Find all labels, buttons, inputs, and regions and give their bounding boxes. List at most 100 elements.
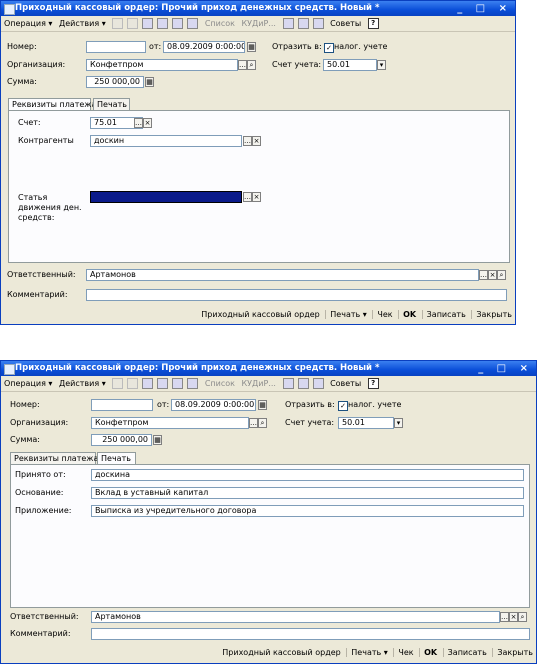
order-button[interactable]: Приходный кассовый ордер [218,648,340,657]
dt-kt-icon[interactable] [282,378,294,389]
help-icon[interactable]: ? [367,378,379,389]
print-icon[interactable] [172,378,184,389]
comment-field[interactable] [91,628,530,640]
check-button[interactable]: Чек [372,310,393,319]
calendar-icon[interactable]: ▦ [247,42,256,52]
organization-search-icon[interactable]: ⌕ [258,418,267,428]
close-button[interactable]: Закрыть [492,648,533,657]
cash-flow-select-button[interactable]: … [243,192,252,202]
menu-operation[interactable]: Операция ▾ [4,376,52,391]
sum-field[interactable]: 250 000,00 [86,76,144,88]
structure-icon[interactable] [297,378,309,389]
counterparty-select-button[interactable]: … [243,136,252,146]
check-button[interactable]: Чек [393,648,414,657]
tax-accounting-label: налог. учете [334,42,388,51]
window-controls[interactable]: _ □ × [457,1,512,16]
account-dropdown-icon[interactable]: ▾ [377,60,386,70]
edit-icon[interactable] [127,18,139,29]
date-field[interactable]: 08.09.2009 0:00:00 [163,41,245,53]
refresh-icon[interactable] [142,18,154,29]
based-on-icon[interactable] [187,18,199,29]
basis-field[interactable]: Вклад в уставный капитал [91,487,524,499]
copy-icon[interactable] [112,378,124,389]
comment-label: Комментарий: [7,290,68,299]
order-button[interactable]: Приходный кассовый ордер [197,310,319,319]
sum-label: Сумма: [7,77,37,86]
ok-button[interactable]: OK [419,648,438,657]
counterparty-field[interactable]: доскин [90,135,242,147]
organization-field[interactable]: Конфетпром [86,59,238,71]
responsible-clear-icon[interactable]: × [509,612,518,622]
menu-tips[interactable]: Советы [330,376,361,391]
counterparty-clear-icon[interactable]: × [252,136,261,146]
help-icon[interactable]: ? [367,18,379,29]
menu-operation[interactable]: Операция ▾ [4,16,52,31]
calendar-icon[interactable]: ▦ [258,400,267,410]
tab-payment-details[interactable]: Реквизиты платежа [10,452,98,464]
settings-icon[interactable] [312,378,324,389]
dt-kt-icon[interactable] [282,18,294,29]
comment-label: Комментарий: [10,629,71,638]
edit-icon[interactable] [127,378,139,389]
menu-actions[interactable]: Действия ▾ [59,16,106,31]
corr-account-select-button[interactable]: … [134,118,143,128]
attachment-field[interactable]: Выписка из учредительного договора [91,505,524,517]
tax-accounting-label: налог. учете [348,400,402,409]
save-button[interactable]: Записать [421,310,466,319]
save-button[interactable]: Записать [442,648,487,657]
account-dropdown-icon[interactable]: ▾ [394,418,403,428]
date-field[interactable]: 08.09.2009 0:00:00 [171,399,256,411]
post-icon[interactable] [157,378,169,389]
responsible-field[interactable]: Артамонов [91,611,500,623]
account-field[interactable]: 50.01 [338,417,394,429]
responsible-field[interactable]: Артамонов [86,269,479,281]
received-from-label: Принято от: [15,470,66,479]
print-menu-button[interactable]: Печать ▾ [346,648,388,657]
menu-kud[interactable]: КУДиР... [242,376,276,391]
tax-accounting-checkbox[interactable]: ✓ [338,401,348,411]
responsible-select-button[interactable]: … [479,270,488,280]
post-icon[interactable] [157,18,169,29]
responsible-clear-icon[interactable]: × [488,270,497,280]
print-icon[interactable] [172,18,184,29]
organization-label: Организация: [7,60,66,69]
calculator-icon[interactable]: ▦ [145,77,154,87]
menu-list[interactable]: Список [205,16,235,31]
window-controls[interactable]: _ □ × [478,361,533,376]
refresh-icon[interactable] [142,378,154,389]
menu-kud[interactable]: КУДиР... [242,16,276,31]
based-on-icon[interactable] [187,378,199,389]
print-menu-button[interactable]: Печать ▾ [325,310,367,319]
organization-select-button[interactable]: … [249,418,258,428]
responsible-search-icon[interactable]: ⌕ [518,612,527,622]
responsible-search-icon[interactable]: ⌕ [497,270,506,280]
structure-icon[interactable] [297,18,309,29]
tab-print[interactable]: Печать [93,98,130,110]
number-field[interactable] [86,41,146,53]
received-from-field[interactable]: доскина [91,469,524,481]
menu-tips[interactable]: Советы [330,16,361,31]
tab-bar: Реквизиты платежа Печать [10,452,210,465]
menu-actions[interactable]: Действия ▾ [59,376,106,391]
calculator-icon[interactable]: ▦ [153,435,162,445]
number-label: Номер: [10,400,40,409]
organization-field[interactable]: Конфетпром [91,417,249,429]
menu-list[interactable]: Список [205,376,235,391]
title-bar: Приходный кассовый ордер: Прочий приход … [1,1,515,16]
tax-accounting-checkbox[interactable]: ✓ [324,43,334,53]
cash-flow-clear-icon[interactable]: × [252,192,261,202]
copy-icon[interactable] [112,18,124,29]
account-field[interactable]: 50.01 [323,59,377,71]
settings-icon[interactable] [312,18,324,29]
close-button[interactable]: Закрыть [471,310,512,319]
corr-account-clear-icon[interactable]: × [143,118,152,128]
number-field[interactable] [91,399,153,411]
comment-field[interactable] [86,289,507,301]
print-panel: Принято от: доскина Основание: Вклад в у… [10,464,530,608]
organization-select-button[interactable]: … [238,60,247,70]
organization-search-icon[interactable]: ⌕ [247,60,256,70]
ok-button[interactable]: OK [398,310,417,319]
sum-field[interactable]: 250 000,00 [91,434,152,446]
responsible-select-button[interactable]: … [500,612,509,622]
cash-flow-article-field[interactable] [90,191,242,203]
